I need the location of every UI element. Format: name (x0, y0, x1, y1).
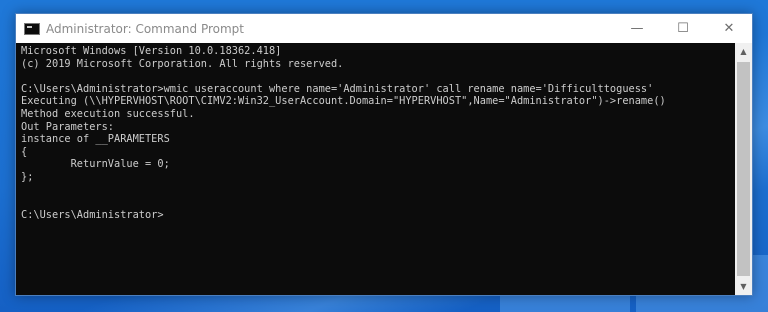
console-line: Out Parameters: (21, 120, 114, 133)
maximize-icon: ☐ (677, 21, 689, 36)
scroll-down-button[interactable]: ▼ (735, 278, 752, 295)
close-icon: ✕ (723, 21, 735, 36)
maximize-button[interactable]: ☐ (660, 14, 706, 43)
console-line: Microsoft Windows [Version 10.0.18362.41… (21, 45, 282, 57)
scrollbar-thumb[interactable] (737, 62, 750, 276)
console-line: (c) 2019 Microsoft Corporation. All righ… (21, 57, 344, 70)
console-line: instance of __PARAMETERS (21, 133, 170, 146)
console-line: ReturnValue = 0; (21, 158, 170, 171)
cmd-icon (24, 22, 40, 35)
title-bar[interactable]: Administrator: Command Prompt — ☐ ✕ (16, 14, 752, 43)
console-output[interactable]: Microsoft Windows [Version 10.0.18362.41… (16, 43, 734, 295)
minimize-icon: — (630, 21, 644, 36)
caption-buttons: — ☐ ✕ (614, 14, 752, 43)
close-button[interactable]: ✕ (706, 14, 752, 43)
command-prompt-window[interactable]: Administrator: Command Prompt — ☐ ✕ Micr… (15, 13, 753, 296)
console-line: C:\Users\Administrator> (21, 208, 164, 221)
console-line: C:\Users\Administrator>wmic useraccount … (21, 82, 654, 95)
vertical-scrollbar[interactable]: ▲ ▼ (735, 43, 752, 295)
chevron-down-icon: ▼ (740, 282, 747, 291)
minimize-button[interactable]: — (614, 14, 660, 43)
console-line: Executing (\\HYPERVHOST\ROOT\CIMV2:Win32… (21, 95, 666, 108)
console-line: }; (21, 170, 34, 183)
console-line: Method execution successful. (21, 107, 195, 120)
window-title: Administrator: Command Prompt (46, 21, 244, 36)
chevron-up-icon: ▲ (740, 47, 747, 56)
scroll-up-button[interactable]: ▲ (735, 43, 752, 60)
console-line: { (21, 145, 28, 158)
